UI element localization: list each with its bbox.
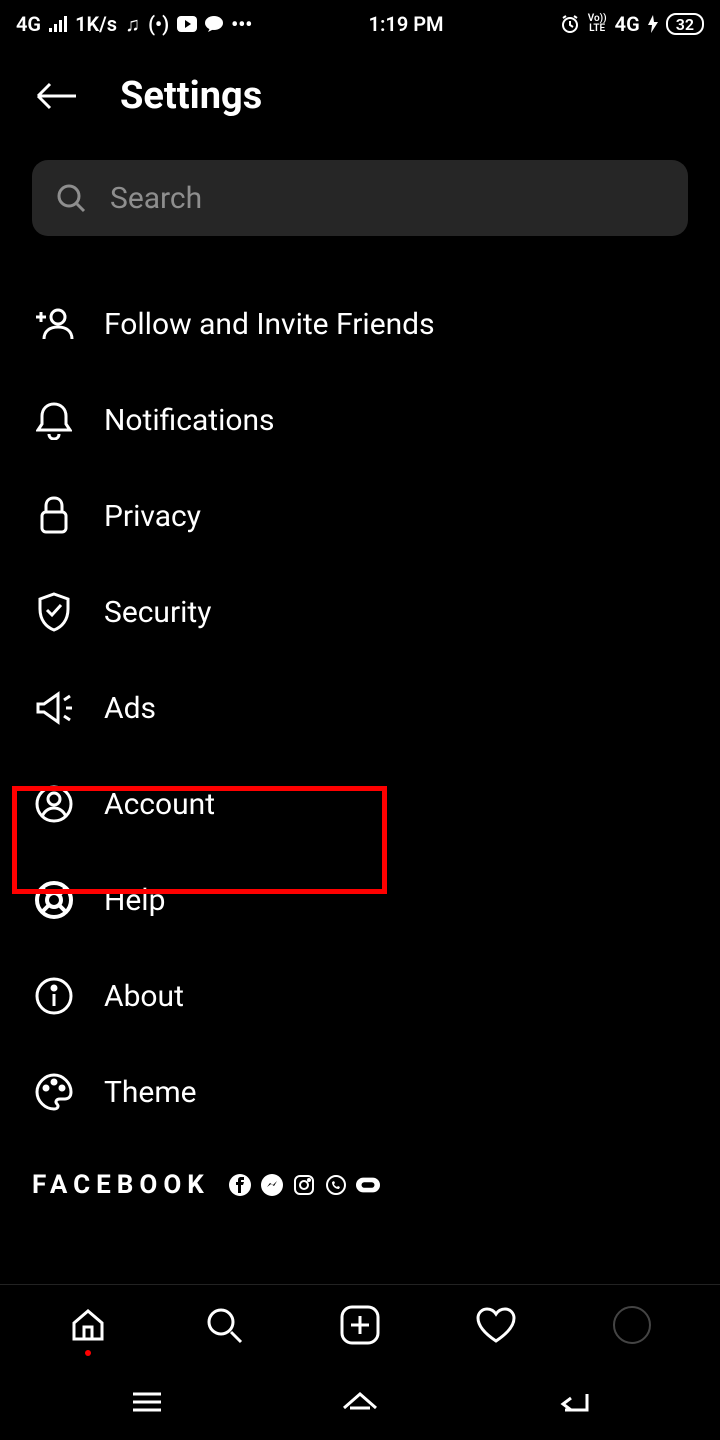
brand-icons: [228, 1173, 380, 1197]
system-nav-bar: [0, 1364, 720, 1440]
notifications-icon: [32, 398, 76, 442]
ads-icon: [32, 686, 76, 730]
search-icon: [56, 183, 86, 213]
status-bar: 4G 1K/s ♫ (•) ••• 1:19 PM Vo))LTE 4G 32: [0, 0, 720, 48]
about-icon: [32, 974, 76, 1018]
page-title: Settings: [120, 74, 262, 118]
alarm-icon: [560, 14, 580, 34]
data-speed: 1K/s: [75, 12, 117, 36]
whatsapp-icon: [324, 1173, 348, 1197]
settings-menu: Follow and Invite Friends Notifications …: [0, 276, 720, 1140]
privacy-icon: [32, 494, 76, 538]
instagram-icon: [292, 1173, 316, 1197]
status-left: 4G 1K/s ♫ (•) •••: [16, 12, 252, 37]
menu-ads[interactable]: Ads: [32, 660, 688, 756]
footer-brand: FACEBOOK: [0, 1140, 720, 1218]
menu-label: Security: [104, 595, 211, 630]
menu-label: Ads: [104, 691, 156, 726]
nav-home-dot: [85, 1350, 91, 1356]
menu-label: Follow and Invite Friends: [104, 307, 435, 342]
app-bottom-nav: [0, 1284, 720, 1364]
message-icon: [205, 16, 223, 32]
battery-level: 32: [666, 13, 704, 35]
security-icon: [32, 590, 76, 634]
menu-privacy[interactable]: Privacy: [32, 468, 688, 564]
search-input[interactable]: Search: [32, 160, 688, 236]
search-placeholder: Search: [110, 181, 202, 216]
nav-search[interactable]: [199, 1300, 249, 1350]
network-type: 4G: [16, 12, 41, 36]
menu-security[interactable]: Security: [32, 564, 688, 660]
menu-help[interactable]: Help: [32, 852, 688, 948]
sys-nav-recent[interactable]: [125, 1380, 169, 1424]
menu-label: About: [104, 979, 184, 1014]
menu-theme[interactable]: Theme: [32, 1044, 688, 1140]
menu-label: Account: [104, 787, 215, 822]
account-icon: [32, 782, 76, 826]
signal-icon: [49, 16, 67, 32]
help-icon: [32, 878, 76, 922]
follow-invite-icon: [32, 302, 76, 346]
menu-label: Notifications: [104, 403, 275, 438]
signal-4g: 4G: [615, 12, 640, 36]
app-header: Settings: [0, 48, 720, 160]
nav-profile[interactable]: [607, 1300, 657, 1350]
nav-activity[interactable]: [471, 1300, 521, 1350]
status-right: Vo))LTE 4G 32: [560, 12, 704, 36]
hotspot-icon: (•): [148, 12, 169, 36]
oculus-icon: [356, 1173, 380, 1197]
menu-account[interactable]: Account: [32, 756, 688, 852]
theme-icon: [32, 1070, 76, 1114]
youtube-icon: [177, 16, 197, 32]
sys-nav-back[interactable]: [551, 1380, 595, 1424]
more-icon: •••: [231, 12, 252, 36]
menu-about[interactable]: About: [32, 948, 688, 1044]
messenger-icon: [260, 1173, 284, 1197]
menu-label: Theme: [104, 1075, 197, 1110]
menu-notifications[interactable]: Notifications: [32, 372, 688, 468]
menu-label: Help: [104, 883, 165, 918]
sys-nav-home[interactable]: [338, 1380, 382, 1424]
menu-label: Privacy: [104, 499, 201, 534]
facebook-icon: [228, 1173, 252, 1197]
charging-icon: [648, 15, 658, 33]
nav-create[interactable]: [335, 1300, 385, 1350]
menu-follow-invite[interactable]: Follow and Invite Friends: [32, 276, 688, 372]
back-button[interactable]: [32, 72, 80, 120]
brand-text: FACEBOOK: [32, 1170, 210, 1200]
music-icon: ♫: [125, 12, 140, 37]
nav-home[interactable]: [63, 1300, 113, 1350]
volte-icon: Vo))LTE: [588, 14, 607, 34]
status-time: 1:19 PM: [369, 12, 444, 36]
